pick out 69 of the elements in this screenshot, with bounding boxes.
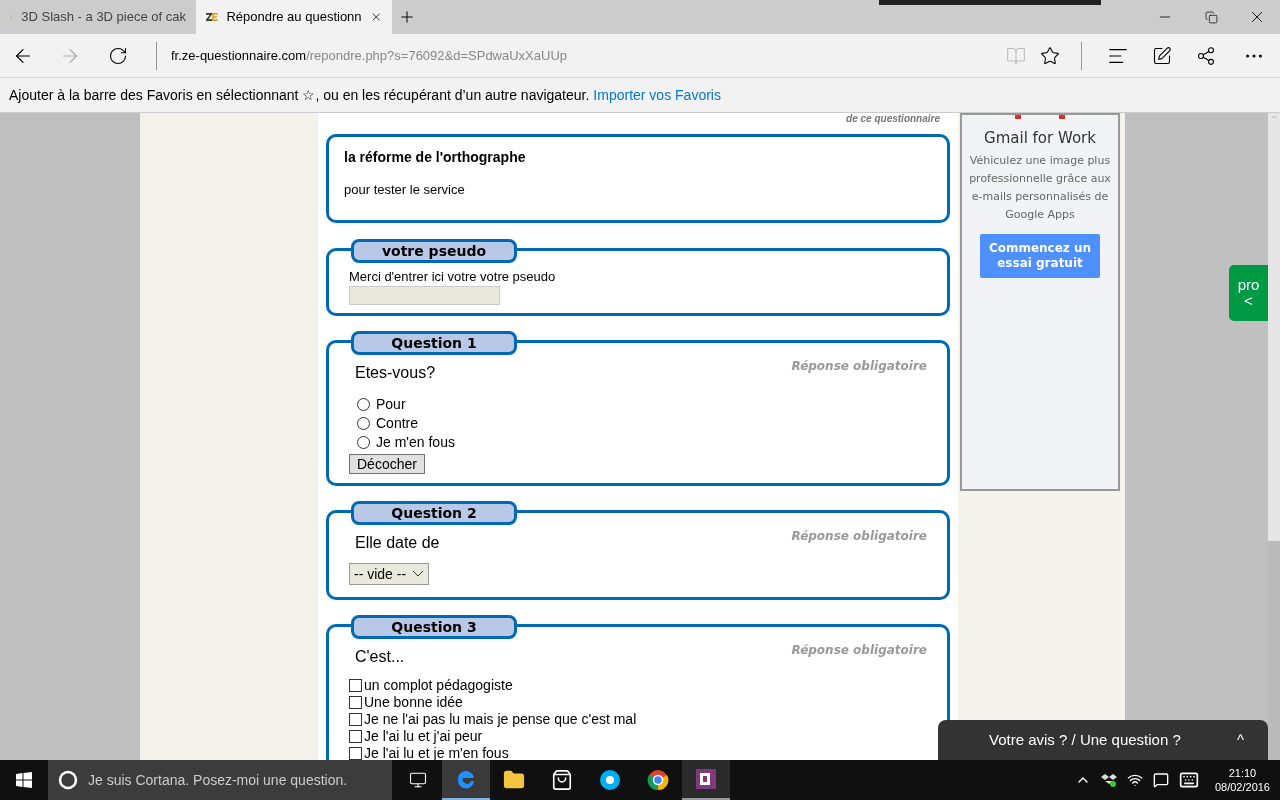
clock-time[interactable]: 21:10 — [1228, 766, 1257, 780]
new-tab-icon[interactable] — [398, 8, 416, 26]
clock-date[interactable]: 08/02/2016 — [1214, 780, 1270, 794]
edge-browser-icon[interactable] — [455, 768, 477, 790]
select-dropdown[interactable]: -- vide -- — [349, 563, 430, 585]
radio-button[interactable] — [357, 417, 370, 430]
checkbox[interactable] — [349, 679, 362, 692]
ad-title: Gmail for Work — [984, 128, 1096, 149]
pseudo-input[interactable] — [349, 286, 500, 305]
required-note: Réponse obligatoire — [791, 528, 927, 545]
option-label: Je ne l'ai pas lu mais je pense que c'est mal — [364, 710, 637, 729]
windows-logo-icon[interactable] — [16, 772, 32, 788]
section-legend: Question 2 — [351, 501, 517, 525]
browser-tab[interactable]: Répondre au questionn — [196, 0, 392, 34]
tab-title: 3D Slash - a 3D piece of cak — [21, 8, 186, 27]
notification-icon[interactable] — [1152, 772, 1169, 788]
cortana-ring-icon — [58, 770, 78, 790]
restore-icon[interactable] — [1204, 10, 1218, 24]
round-browser-icon[interactable] — [647, 769, 669, 791]
logo-fragment-icon — [1015, 115, 1065, 119]
section-legend: votre pseudo — [351, 238, 517, 263]
chevron-down-icon — [412, 570, 425, 578]
folder-icon[interactable] — [503, 769, 525, 791]
checkbox[interactable] — [349, 730, 362, 743]
import-favorites-link[interactable]: Importer vos Favoris — [593, 84, 721, 106]
ad-text: Véhiculez une image plus professionnelle grâce aux e-mails personnalisés de Google Apps — [968, 152, 1112, 223]
checkbox[interactable] — [349, 713, 362, 726]
side-tab[interactable]: pro < — [1229, 265, 1268, 321]
form-title: la réforme de l'orthographe — [344, 148, 527, 167]
task-view-icon[interactable] — [409, 771, 427, 789]
required-note: Réponse obligatoire — [791, 358, 927, 375]
option-label: Une bonne idée — [364, 693, 463, 712]
field-label: Merci d'entrer ici votre votre pseudo — [349, 267, 557, 286]
radio-button[interactable] — [357, 398, 370, 411]
keyboard-icon[interactable] — [1178, 770, 1199, 790]
tab-title: Répondre au questionn — [226, 8, 362, 27]
required-note: Réponse obligatoire — [791, 642, 927, 659]
favorite-star-icon[interactable] — [1040, 45, 1060, 66]
section-legend: Question 3 — [351, 615, 517, 639]
option-label: Contre — [376, 414, 419, 433]
option-label: Je m'en fous — [376, 433, 455, 452]
header-note: de ce questionnaire — [846, 113, 940, 126]
checkbox[interactable] — [349, 747, 362, 760]
store-icon[interactable] — [551, 769, 573, 791]
favorites-hint: Ajouter à la barre des Favoris en sélectionnant ☆, ou en les récupérant d’un autre navigateur. — [9, 85, 590, 105]
option-label: un complot pédagogiste — [364, 676, 513, 695]
question-prompt: Elle date de — [355, 533, 440, 553]
form-subtitle: pour tester le service — [344, 181, 466, 199]
url-field[interactable]: fr.ze-questionnaire.com/repondre.php?s=76092&d=SPdwaUxXaUUp — [171, 45, 568, 66]
checkbox[interactable] — [349, 696, 362, 709]
search-field[interactable]: Je suis Cortana. Posez-moi une question. — [48, 760, 392, 800]
box-sync-icon[interactable] — [1100, 772, 1117, 788]
chat-bubble-icon[interactable] — [599, 769, 621, 791]
clear-button[interactable]: Décocher — [349, 454, 425, 474]
notebook-icon[interactable] — [695, 768, 717, 790]
question-prompt: C'est... — [355, 647, 405, 667]
note-icon[interactable] — [1152, 45, 1172, 66]
question-prompt: Etes-vous? — [355, 363, 436, 383]
share-icon[interactable] — [1196, 45, 1216, 66]
radio-button[interactable] — [357, 436, 370, 449]
section-legend: Question 1 — [351, 331, 517, 355]
site-logo-icon — [206, 12, 219, 22]
option-label: Pour — [376, 395, 406, 414]
option-label: Je l'ai lu et je m'en fous — [364, 744, 509, 760]
scrollbar[interactable] — [1268, 113, 1280, 760]
feedback-widget[interactable]: Votre avis ? / Une question ? ^ — [938, 720, 1268, 760]
wifi-icon[interactable] — [1126, 772, 1143, 788]
option-label: Je l'ai lu et j'ai peur — [364, 727, 483, 746]
refresh-icon[interactable] — [108, 45, 128, 66]
